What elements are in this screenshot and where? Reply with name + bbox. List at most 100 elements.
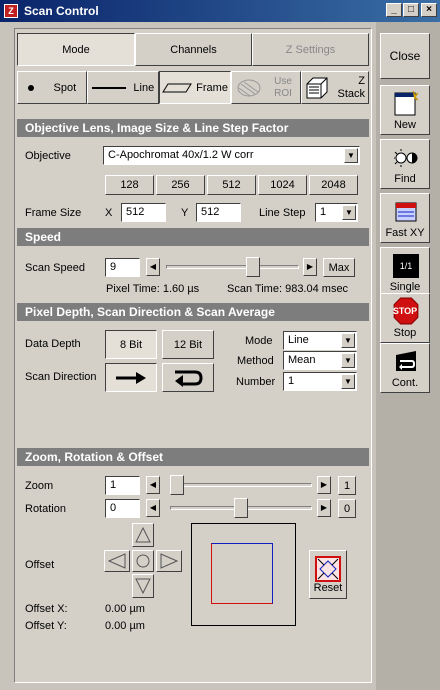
new-label: New <box>393 119 416 131</box>
avg-method-dropdown[interactable]: Mean ▼ <box>283 351 357 370</box>
reset-offset-button[interactable]: Reset <box>309 550 347 599</box>
objective-section-header: Objective Lens, Image Size & Line Step F… <box>17 119 369 137</box>
unidirectional-scan-button[interactable] <box>105 363 157 392</box>
scan-speed-slider-thumb[interactable] <box>245 257 260 277</box>
objective-label: Objective <box>25 150 71 162</box>
frame-size-y-input[interactable]: 512 <box>196 203 241 222</box>
chevron-down-icon: ▼ <box>341 353 355 368</box>
line-step-dropdown[interactable]: 1 ▼ <box>315 203 358 222</box>
reset-label: Reset <box>313 581 343 594</box>
z-stack-label: Z Stack <box>337 74 365 100</box>
zoom-track <box>170 483 312 487</box>
max-speed-button[interactable]: Max <box>323 258 355 277</box>
scan-speed-increase-button[interactable]: ▶ <box>303 258 317 276</box>
arrow-down-icon <box>135 578 151 594</box>
chevron-down-icon: ▼ <box>341 333 355 348</box>
maximize-button[interactable]: □ <box>403 3 419 17</box>
rotation-input[interactable]: 0 <box>105 499 140 518</box>
objective-value: C-Apochromat 40x/1.2 W corr <box>108 149 254 161</box>
chevron-down-icon: ▼ <box>344 148 358 163</box>
12-bit-button[interactable]: 12 Bit <box>162 330 214 359</box>
scan-frame-outline <box>211 543 273 604</box>
find-button[interactable]: Find <box>380 139 430 189</box>
tab-channels[interactable]: Channels <box>135 33 252 66</box>
avg-method-value: Mean <box>288 354 316 366</box>
stop-label: Stop <box>393 327 417 339</box>
rotation-increase-button[interactable]: ▶ <box>317 499 331 517</box>
scan-speed-decrease-button[interactable]: ◀ <box>146 258 160 276</box>
zoom-reset-button[interactable]: 1 <box>338 476 356 495</box>
bidirectional-scan-button[interactable] <box>162 363 214 392</box>
main-panel: Mode Channels Z Settings Spot Line Frame… <box>14 28 372 683</box>
tab-mode[interactable]: Mode <box>17 33 135 66</box>
size-preset-2048[interactable]: 2048 <box>309 175 358 195</box>
scan-speed-track <box>166 265 299 269</box>
offset-right-button[interactable] <box>156 550 182 572</box>
size-preset-1024[interactable]: 1024 <box>258 175 307 195</box>
size-preset-128[interactable]: 128 <box>105 175 154 195</box>
new-button[interactable]: New <box>380 85 430 135</box>
rotation-decrease-button[interactable]: ◀ <box>146 499 160 517</box>
stop-button[interactable]: STOP Stop <box>380 293 430 343</box>
frame-size-x-input[interactable]: 512 <box>121 203 166 222</box>
arrow-right-icon <box>116 371 146 384</box>
rotation-reset-button[interactable]: 0 <box>338 499 356 518</box>
z-stack-icon <box>306 77 328 98</box>
offset-down-button[interactable] <box>132 574 154 598</box>
reset-zoom-icon <box>315 555 341 582</box>
bidirectional-arrow-icon <box>175 370 203 387</box>
line-mode-button[interactable]: Line <box>87 71 159 104</box>
fast-xy-button[interactable]: Fast XY <box>380 193 430 243</box>
close-window-button[interactable]: × <box>421 3 437 17</box>
title-bar: Z Scan Control _ □ × <box>0 0 440 22</box>
offset-left-button[interactable] <box>104 550 130 572</box>
single-button[interactable]: 1/1 Single <box>380 247 430 297</box>
single-icon-text: 1/1 <box>399 261 413 271</box>
offset-center-button[interactable] <box>132 550 154 572</box>
zoom-increase-button[interactable]: ▶ <box>317 476 331 494</box>
continuous-button[interactable]: Cont. <box>380 343 430 393</box>
zoom-section-header: Zoom, Rotation & Offset <box>17 448 369 466</box>
size-preset-512[interactable]: 512 <box>207 175 256 195</box>
avg-mode-dropdown[interactable]: Line ▼ <box>283 331 357 350</box>
offset-x-label: Offset X: <box>25 603 68 615</box>
size-preset-256[interactable]: 256 <box>156 175 205 195</box>
zoom-decrease-button[interactable]: ◀ <box>146 476 160 494</box>
pixel-depth-section-header: Pixel Depth, Scan Direction & Scan Avera… <box>17 303 369 321</box>
line-icon <box>91 86 126 89</box>
z-stack-button[interactable]: Z Stack <box>301 71 369 104</box>
use-roi-label: Use ROI <box>274 75 292 99</box>
line-step-label: Line Step <box>259 207 306 219</box>
single-scan-icon: 1/1 <box>393 254 419 278</box>
stop-sign-text: STOP <box>392 306 418 316</box>
zoom-slider-thumb[interactable] <box>170 475 184 495</box>
offset-up-button[interactable] <box>132 523 154 547</box>
avg-number-dropdown[interactable]: 1 ▼ <box>283 372 357 391</box>
roi-icon <box>237 79 261 96</box>
find-label: Find <box>394 173 416 185</box>
objective-dropdown[interactable]: C-Apochromat 40x/1.2 W corr ▼ <box>103 146 360 165</box>
fast-xy-icon <box>395 202 417 222</box>
close-button[interactable]: Close <box>380 33 430 79</box>
rotation-slider-thumb[interactable] <box>234 498 248 518</box>
spot-icon <box>27 84 34 91</box>
minimize-button[interactable]: _ <box>386 3 402 17</box>
zoom-input[interactable]: 1 <box>105 476 140 495</box>
chevron-down-icon: ▼ <box>341 374 355 389</box>
offset-x-value: 0.00 µm <box>105 603 145 615</box>
x-label: X <box>105 207 113 219</box>
continuous-scan-icon <box>396 351 416 371</box>
arrow-up-icon <box>135 527 151 543</box>
offset-preview[interactable] <box>191 523 296 626</box>
app-icon: Z <box>4 4 18 18</box>
y-label: Y <box>181 207 189 219</box>
single-label: Single <box>389 281 421 293</box>
avg-number-label: Number <box>236 376 276 388</box>
frame-mode-button[interactable]: Frame <box>159 71 231 104</box>
8-bit-button[interactable]: 8 Bit <box>105 330 157 359</box>
window-title: Scan Control <box>24 4 99 18</box>
avg-method-label: Method <box>237 355 274 367</box>
avg-number-value: 1 <box>288 375 295 387</box>
scan-speed-input[interactable]: 9 <box>105 258 140 277</box>
spot-mode-button[interactable]: Spot <box>17 71 87 104</box>
